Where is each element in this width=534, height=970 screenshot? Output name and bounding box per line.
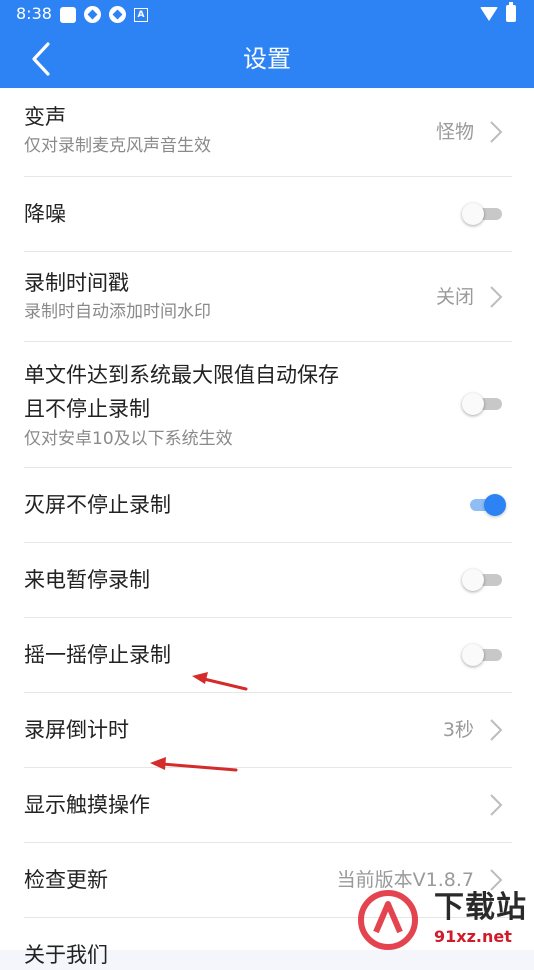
status-time: 8:38: [16, 4, 52, 23]
chevron-right-icon: [490, 286, 503, 308]
setting-subtitle: 仅对录制麦克风声音生效: [24, 136, 211, 156]
setting-call-pause[interactable]: 来电暂停录制: [0, 543, 534, 617]
sync-icon: [84, 6, 101, 23]
site-watermark: 下载站 91xz.net: [356, 890, 534, 950]
text-notification-icon: A: [134, 7, 148, 22]
setting-value: 3秒: [442, 719, 474, 741]
watermark-url: 91xz.net: [434, 927, 512, 946]
setting-title: 灭屏不停止录制: [24, 493, 171, 517]
shake-stop-toggle[interactable]: [462, 641, 506, 669]
app-header: 8:38 A 设置: [0, 0, 534, 88]
setting-title: 录制时间戳: [24, 271, 129, 295]
auto-save-toggle[interactable]: [462, 390, 506, 418]
wifi-icon: [480, 6, 498, 21]
sync-icon-2: [109, 6, 126, 23]
setting-title: 降噪: [24, 202, 66, 226]
setting-noise-reduction[interactable]: 降噪: [0, 177, 534, 251]
setting-value: 关闭: [435, 286, 474, 308]
setting-title-line2: 且不停止录制: [24, 397, 150, 421]
page-title: 设置: [243, 45, 291, 73]
chevron-right-icon: [490, 121, 503, 143]
chevron-right-icon: [490, 719, 503, 741]
setting-subtitle: 仅对安卓10及以下系统生效: [24, 429, 233, 449]
watermark-logo-icon: [358, 890, 418, 950]
setting-voice-change[interactable]: 变声 仅对录制麦克风声音生效 怪物: [0, 88, 534, 176]
system-icons: [480, 2, 516, 22]
setting-show-touch[interactable]: 显示触摸操作: [0, 768, 534, 842]
call-pause-toggle[interactable]: [462, 566, 506, 594]
setting-shake-stop[interactable]: 摇一摇停止录制: [0, 618, 534, 692]
battery-icon: [506, 2, 516, 22]
watermark-text: 下载站: [434, 890, 527, 925]
setting-value: 怪物: [435, 121, 474, 143]
setting-title: 变声: [24, 105, 66, 129]
setting-timestamp[interactable]: 录制时间戳 录制时自动添加时间水印 关闭: [0, 252, 534, 341]
toolbar: 设置: [0, 30, 534, 88]
setting-title: 检查更新: [24, 868, 108, 892]
setting-title: 来电暂停录制: [24, 568, 150, 592]
notification-app-icon: [60, 6, 76, 23]
setting-title: 显示触摸操作: [24, 793, 150, 817]
screen-off-toggle[interactable]: [462, 491, 506, 519]
noise-reduction-toggle[interactable]: [462, 200, 506, 228]
setting-countdown[interactable]: 录屏倒计时 3秒: [0, 693, 534, 767]
notification-icons: A: [60, 6, 148, 23]
settings-list: 变声 仅对录制麦克风声音生效 怪物 降噪 录制时间戳 录制时自动添加时间水印 关…: [0, 88, 534, 967]
setting-title: 关于我们: [24, 943, 108, 967]
setting-title: 摇一摇停止录制: [24, 643, 171, 667]
status-bar: 8:38 A: [0, 0, 534, 30]
setting-title: 录屏倒计时: [24, 718, 129, 742]
setting-title-line1: 单文件达到系统最大限值自动保存: [24, 363, 339, 387]
setting-subtitle: 录制时自动添加时间水印: [24, 302, 211, 322]
setting-auto-save[interactable]: 单文件达到系统最大限值自动保存 且不停止录制 仅对安卓10及以下系统生效: [0, 342, 534, 467]
setting-screen-off[interactable]: 灭屏不停止录制: [0, 468, 534, 542]
chevron-right-icon: [490, 794, 503, 816]
